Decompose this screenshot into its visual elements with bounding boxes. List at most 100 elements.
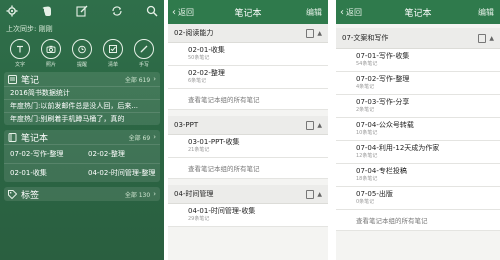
quick-action-text[interactable]: 文字 bbox=[8, 39, 32, 68]
notebook-row[interactable]: 02-01-收集 50条笔记 bbox=[168, 43, 328, 66]
stack-icon bbox=[306, 28, 315, 38]
notebook-item[interactable]: 02-01-收集 bbox=[4, 163, 82, 182]
checklist-icon bbox=[109, 45, 117, 53]
notebook-name: 07-04-利用-12天成为作家 bbox=[356, 144, 440, 152]
camera-icon bbox=[46, 45, 56, 53]
nav-bar: ‹ 返回 笔记本 编辑 bbox=[336, 0, 500, 24]
notebook-row[interactable]: 03-01-PPT-收集 21条笔记 bbox=[168, 135, 328, 158]
notebooks-count: 全部 69 bbox=[128, 134, 151, 142]
sync-icon[interactable] bbox=[111, 5, 123, 17]
alarm-icon bbox=[78, 45, 86, 54]
notebook-row[interactable]: 07-02-写作-整理 4条笔记 bbox=[336, 72, 500, 95]
notebook-name: 07-04-专栏投稿 bbox=[356, 167, 407, 175]
search-icon[interactable] bbox=[146, 5, 158, 17]
notebook-count: 18条笔记 bbox=[356, 176, 378, 182]
notebook-row[interactable]: 07-05-出版 0条笔记 bbox=[336, 187, 500, 210]
note-icon bbox=[8, 74, 17, 84]
caret-up-icon[interactable]: ▲ bbox=[317, 30, 322, 37]
tags-card[interactable]: 标签 全部 130 › bbox=[4, 187, 160, 201]
edit-button[interactable]: 编辑 bbox=[306, 7, 328, 18]
notebook-stack-header[interactable]: 03-PPT ▲ bbox=[168, 116, 328, 135]
notebook-row[interactable]: 04-01-时间管理-收集 29条笔记 bbox=[168, 204, 328, 227]
notebook-row[interactable]: 02-02-整理 6条笔记 bbox=[168, 66, 328, 89]
view-all-link[interactable]: 查看笔记本组的所有笔记 bbox=[336, 210, 500, 231]
quick-action-label: 手写 bbox=[138, 62, 149, 68]
notebook-count: 4条笔记 bbox=[356, 84, 375, 90]
notebook-item[interactable]: 04-02-时间管理-整理 bbox=[82, 163, 160, 182]
chevron-left-icon: ‹ bbox=[172, 6, 176, 18]
chevron-right-icon: › bbox=[153, 190, 156, 198]
notebook-stack-header[interactable]: 04-时间管理 ▲ bbox=[168, 185, 328, 204]
notebook-stack-header[interactable]: 07-文案和写作 ▲ bbox=[336, 28, 500, 49]
gear-icon[interactable] bbox=[6, 5, 18, 17]
notebook-row[interactable]: 07-03-写作-分享 2条笔记 bbox=[336, 95, 500, 118]
nav-bar: ‹ 返回 笔记本 编辑 bbox=[168, 0, 328, 24]
handwriting-icon bbox=[140, 45, 148, 53]
notebook-count: 54条笔记 bbox=[356, 61, 378, 67]
notes-count: 全部 619 bbox=[124, 76, 151, 84]
notebook-name: 04-01-时间管理-收集 bbox=[188, 207, 256, 215]
caret-up-icon[interactable]: ▲ bbox=[317, 122, 322, 129]
top-toolbar bbox=[0, 0, 164, 22]
quick-action-reminder[interactable]: 提醒 bbox=[70, 39, 94, 68]
notebooks-card-header[interactable]: 笔记本 全部 69 › bbox=[4, 130, 160, 144]
note-item[interactable]: 2016简书数据统计 bbox=[4, 86, 160, 99]
notebook-stack-screen: ‹ 返回 笔记本 编辑 07-文案和写作 ▲ 07-01-写作-收集 54条笔记 … bbox=[336, 0, 500, 260]
notes-card-header[interactable]: 笔记 全部 619 › bbox=[4, 72, 160, 86]
home-screen: 上次同步: 刚刚 文字 照片 提醒 清单 手写 笔记 全部 619 › 2016… bbox=[0, 0, 164, 260]
caret-up-icon[interactable]: ▲ bbox=[317, 191, 322, 198]
edit-icon[interactable] bbox=[76, 5, 88, 17]
quick-action-photo[interactable]: 照片 bbox=[39, 39, 63, 68]
notebook-list-screen: ‹ 返回 笔记本 编辑 02-阅读能力 ▲ 02-01-收集 50条笔记 02-0… bbox=[168, 0, 328, 260]
notebook-count: 10条笔记 bbox=[356, 130, 378, 136]
back-label: 返回 bbox=[346, 7, 362, 17]
sync-status: 上次同步: 刚刚 bbox=[6, 25, 53, 33]
back-button[interactable]: ‹ 返回 bbox=[168, 7, 194, 18]
notebook-stack-header[interactable]: 02-阅读能力 ▲ bbox=[168, 24, 328, 43]
tags-card-header[interactable]: 标签 全部 130 › bbox=[4, 187, 160, 201]
notebook-row[interactable]: 07-01-写作-收集 54条笔记 bbox=[336, 49, 500, 72]
notebook-name: 07-04-公众号转载 bbox=[356, 121, 414, 129]
chevron-right-icon: › bbox=[153, 75, 156, 83]
notebook-row[interactable]: 07-04-公众号转载 10条笔记 bbox=[336, 118, 500, 141]
quick-action-checklist[interactable]: 清单 bbox=[101, 39, 125, 68]
tags-card-title: 标签 bbox=[21, 190, 40, 201]
notebook-count: 12条笔记 bbox=[356, 153, 378, 159]
quick-action-handwriting[interactable]: 手写 bbox=[132, 39, 156, 68]
quick-action-label: 照片 bbox=[45, 62, 56, 68]
notebook-name: 07-03-写作-分享 bbox=[356, 98, 410, 106]
stack-icon bbox=[306, 189, 315, 199]
notes-card[interactable]: 笔记 全部 619 › 2016简书数据统计 年度热门:以前发邮件总是没人回，后来… bbox=[4, 72, 160, 125]
notebook-count: 2条笔记 bbox=[356, 107, 375, 113]
notebook-count: 50条笔记 bbox=[188, 55, 210, 61]
view-all-link[interactable]: 查看笔记本组的所有笔记 bbox=[168, 89, 328, 110]
note-item[interactable]: 年度热门:别刷着手机蹲马桶了，真的 bbox=[4, 112, 160, 125]
stack-icon bbox=[306, 120, 315, 130]
tag-icon bbox=[8, 189, 17, 199]
notebook-item[interactable]: 02-02-整理 bbox=[82, 144, 160, 163]
back-button[interactable]: ‹ 返回 bbox=[336, 7, 362, 18]
quick-action-label: 清单 bbox=[107, 62, 118, 68]
text-icon bbox=[17, 45, 23, 53]
notebook-count: 29条笔记 bbox=[188, 216, 210, 222]
notebook-row[interactable]: 07-04-利用-12天成为作家 12条笔记 bbox=[336, 141, 500, 164]
quick-actions: 文字 照片 提醒 清单 手写 bbox=[0, 36, 164, 68]
notebook-count: 0条笔记 bbox=[356, 199, 375, 205]
notebook-name: 03-01-PPT-收集 bbox=[188, 138, 240, 146]
notebooks-card[interactable]: 笔记本 全部 69 › 07-02-写作-整理 02-02-整理 02-01-收集… bbox=[4, 130, 160, 182]
edit-button[interactable]: 编辑 bbox=[478, 7, 500, 18]
notebook-count: 21条笔记 bbox=[188, 147, 210, 153]
stack-icon bbox=[478, 33, 487, 43]
notebook-item[interactable]: 07-02-写作-整理 bbox=[4, 144, 82, 163]
back-label: 返回 bbox=[178, 7, 194, 17]
notebook-count: 6条笔记 bbox=[188, 78, 207, 84]
note-item[interactable]: 年度热门:以前发邮件总是没人回，后来... bbox=[4, 99, 160, 112]
caret-up-icon[interactable]: ▲ bbox=[489, 35, 494, 42]
notes-card-title: 笔记 bbox=[21, 75, 40, 86]
stack-title: 02-阅读能力 bbox=[174, 29, 214, 37]
notebook-name: 02-01-收集 bbox=[188, 46, 225, 54]
chevron-right-icon: › bbox=[153, 133, 156, 141]
quick-action-label: 文字 bbox=[14, 62, 25, 68]
view-all-link[interactable]: 查看笔记本组的所有笔记 bbox=[168, 158, 328, 179]
notebook-row[interactable]: 07-04-专栏投稿 18条笔记 bbox=[336, 164, 500, 187]
